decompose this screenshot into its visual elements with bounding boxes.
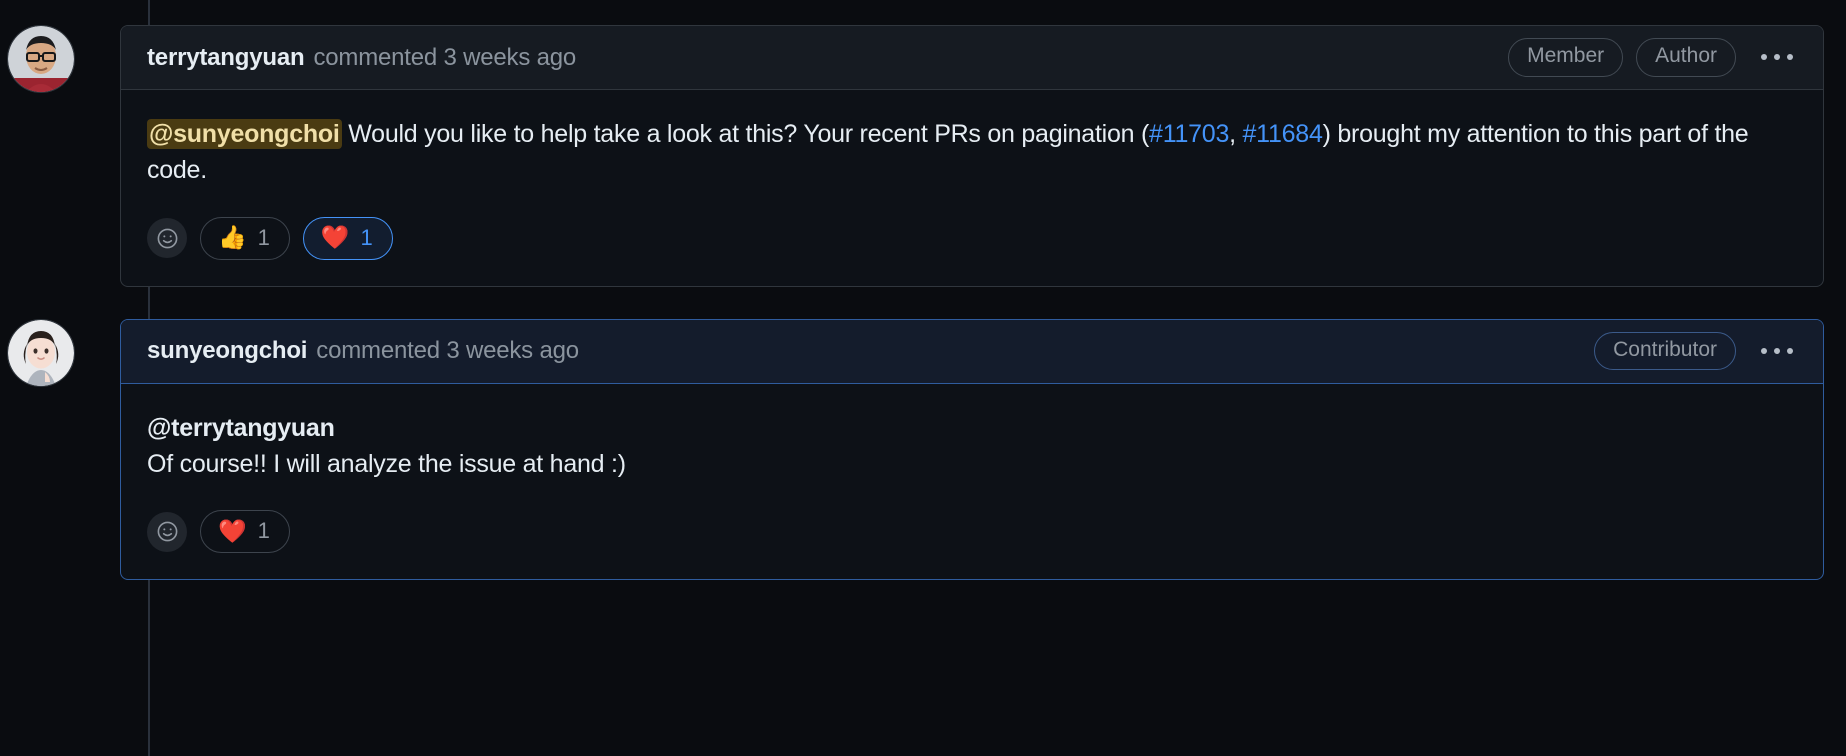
link-separator: , — [1229, 120, 1243, 148]
timeline-item-comment-2: sunyeongchoi commented 3 weeks ago Contr… — [0, 287, 1846, 580]
comment-author-link[interactable]: terrytangyuan — [147, 44, 305, 72]
comment-text-before-links: Would you like to help take a look at th… — [341, 120, 1150, 148]
mention-sunyeongchoi[interactable]: @sunyeongchoi — [147, 119, 342, 149]
reaction-heart[interactable]: ❤️ 1 — [200, 510, 290, 553]
add-reaction-smiley-icon[interactable] — [147, 511, 187, 552]
comment-header-2: sunyeongchoi commented 3 weeks ago Contr… — [121, 319, 1823, 384]
comment-timestamp[interactable]: commented 3 weeks ago — [313, 44, 576, 72]
heart-icon: ❤️ — [218, 517, 247, 544]
comment-text-line-2: Of course!! I will analyze the issue at … — [147, 449, 626, 478]
badge-author[interactable]: Author — [1636, 38, 1736, 77]
issue-link-11684[interactable]: #11684 — [1243, 120, 1323, 148]
comment-1: terrytangyuan commented 3 weeks ago Memb… — [120, 25, 1824, 287]
heart-icon: ❤️ — [320, 224, 350, 250]
comment-wrap-2: sunyeongchoi commented 3 weeks ago Contr… — [120, 318, 1824, 580]
comment-header-actions-1: Member Author — [1508, 38, 1801, 77]
reactions-row-1: 👍 1 ❤️ 1 — [121, 195, 1823, 286]
comment-timestamp[interactable]: commented 3 weeks ago — [316, 337, 579, 365]
reactions-row-2: ❤️ 1 — [121, 488, 1823, 579]
comment-thread: terrytangyuan commented 3 weeks ago Memb… — [0, 0, 1846, 580]
reaction-count-heart: 1 — [257, 518, 270, 543]
avatar-terrytangyuan[interactable] — [7, 25, 75, 93]
badge-contributor[interactable]: Contributor — [1594, 331, 1736, 371]
comment-arrow-inner — [120, 54, 121, 72]
reaction-count-heart: 1 — [360, 224, 373, 250]
comment-author-link[interactable]: sunyeongchoi — [147, 337, 307, 365]
comment-2: sunyeongchoi commented 3 weeks ago Contr… — [120, 318, 1824, 580]
reaction-thumbs-up[interactable]: 👍 1 — [200, 216, 290, 260]
comment-header-1: terrytangyuan commented 3 weeks ago Memb… — [121, 26, 1823, 90]
comment-body-2: @terrytangyuan Of course!! I will analyze… — [121, 384, 1823, 489]
comment-paragraph-1: @sunyeongchoi Would you like to help tak… — [147, 116, 1797, 189]
reaction-count-thumbs-up: 1 — [257, 224, 270, 250]
mention-terrytangyuan[interactable]: @terrytangyuan — [147, 414, 335, 442]
add-reaction-smiley-icon[interactable] — [147, 218, 187, 258]
avatar-slot-1 — [0, 25, 82, 93]
timeline-item-comment-1: terrytangyuan commented 3 weeks ago Memb… — [0, 0, 1846, 287]
comment-body-1: @sunyeongchoi Would you like to help tak… — [121, 90, 1823, 195]
comment-paragraph-2: @terrytangyuan Of course!! I will analyze… — [147, 410, 1797, 483]
issue-link-11703[interactable]: #11703 — [1149, 120, 1229, 148]
thumbs-up-icon: 👍 — [218, 224, 247, 250]
avatar-sunyeongchoi[interactable] — [7, 318, 75, 387]
comment-menu-kebab-icon[interactable] — [1753, 48, 1801, 66]
comment-menu-kebab-icon[interactable] — [1753, 342, 1801, 360]
badge-member[interactable]: Member — [1508, 38, 1624, 77]
reaction-heart[interactable]: ❤️ 1 — [302, 216, 393, 260]
comment-wrap-1: terrytangyuan commented 3 weeks ago Memb… — [120, 25, 1824, 287]
comment-header-actions-2: Contributor — [1594, 331, 1801, 371]
comment-arrow-inner — [120, 348, 121, 366]
avatar-slot-2 — [0, 318, 82, 387]
